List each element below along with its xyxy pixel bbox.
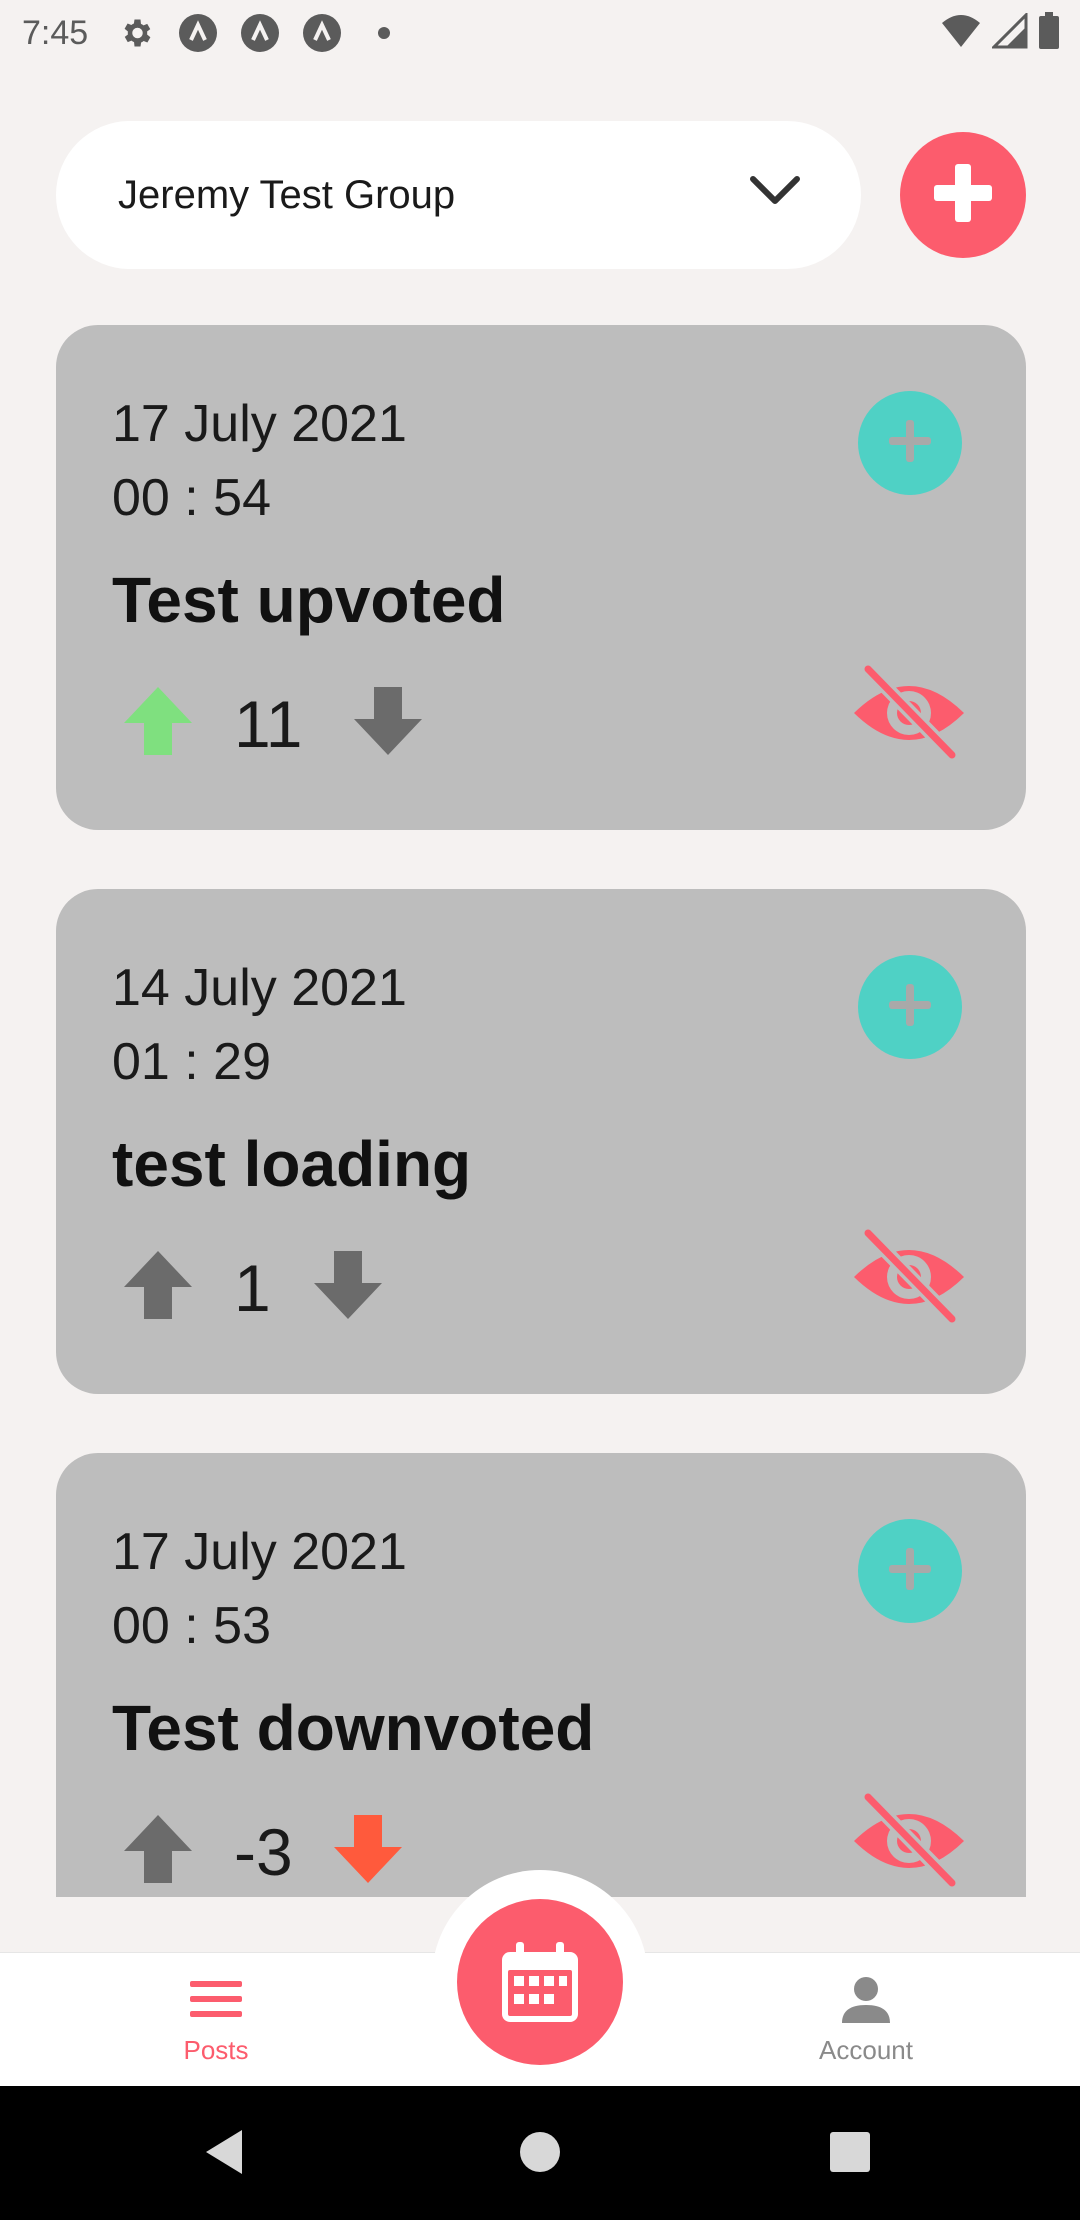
nav-posts-tab[interactable]: Posts [96,1971,336,2066]
person-icon [842,1977,890,2023]
post-title: test loading [112,1128,472,1200]
nav-posts-label: Posts [183,2035,249,2065]
hide-post-button[interactable] [848,1793,970,1893]
gear-icon [116,13,156,53]
add-to-calendar-button[interactable] [858,391,962,495]
status-indicators [940,11,1060,59]
app-notification-icon [178,13,218,53]
plus-icon [885,1544,935,1599]
group-selector-dropdown[interactable]: Jeremy Test Group [56,121,861,269]
vote-count: -3 [234,1815,293,1889]
upvote-button[interactable] [122,1813,194,1885]
chevron-down-icon [749,173,801,219]
post-title: Test upvoted [112,564,506,636]
plus-icon [885,416,935,471]
recents-square-icon [830,2132,870,2172]
eye-off-icon [854,1229,964,1326]
signal-icon [990,11,1028,58]
plus-icon [885,980,935,1035]
downvote-button[interactable] [332,1813,404,1885]
battery-icon [1038,12,1060,59]
add-to-calendar-button[interactable] [858,955,962,1059]
vote-count: 11 [234,687,303,761]
upvote-button[interactable] [122,685,194,757]
post-date: 17 July 2021 [112,1523,407,1581]
arrow-down-icon [354,687,422,755]
hide-post-button[interactable] [848,1229,970,1329]
calendar-icon [502,1942,578,2022]
add-to-calendar-button[interactable] [858,1519,962,1623]
posts-feed[interactable]: 17 July 2021 00 : 54 Test upvoted 11 14 … [0,300,1080,1897]
back-triangle-icon [206,2130,242,2174]
vote-count: 1 [234,1251,271,1325]
post-card[interactable]: 17 July 2021 00 : 53 Test downvoted -3 [56,1453,1026,1897]
home-circle-icon [520,2132,560,2172]
post-card[interactable]: 17 July 2021 00 : 54 Test upvoted 11 [56,325,1026,830]
post-time: 00 : 54 [112,469,272,527]
downvote-button[interactable] [312,1249,384,1321]
status-time: 7:45 [22,13,89,52]
home-button[interactable] [510,2122,570,2182]
app-notification-icon [302,13,342,53]
hide-post-button[interactable] [848,665,970,765]
post-time: 00 : 53 [112,1597,272,1655]
post-title: Test downvoted [112,1692,595,1764]
nav-account-tab[interactable]: Account [746,1971,986,2066]
eye-off-icon [854,665,964,762]
menu-icon [190,1981,242,2017]
status-bar: 7:45 [0,0,1080,66]
nav-account-label: Account [819,2035,913,2065]
eye-off-icon [854,1793,964,1890]
back-button[interactable] [196,2122,256,2182]
arrow-up-icon [124,687,192,755]
system-navigation-bar [0,2086,1080,2220]
calendar-button[interactable] [457,1899,623,2065]
post-time: 01 : 29 [112,1033,272,1091]
post-card[interactable]: 14 July 2021 01 : 29 test loading 1 [56,889,1026,1394]
arrow-down-icon [334,1815,402,1883]
group-selector-value: Jeremy Test Group [118,172,456,217]
arrow-up-icon [124,1251,192,1319]
more-notifications-dot-icon [364,13,404,53]
arrow-down-icon [314,1251,382,1319]
post-date: 14 July 2021 [112,959,407,1017]
app-notification-icon [240,13,280,53]
downvote-button[interactable] [352,685,424,757]
upvote-button[interactable] [122,1249,194,1321]
post-date: 17 July 2021 [112,395,407,453]
recents-button[interactable] [820,2122,880,2182]
wifi-icon [940,13,982,58]
add-post-button[interactable] [900,132,1026,258]
plus-icon [932,162,994,229]
arrow-up-icon [124,1815,192,1883]
